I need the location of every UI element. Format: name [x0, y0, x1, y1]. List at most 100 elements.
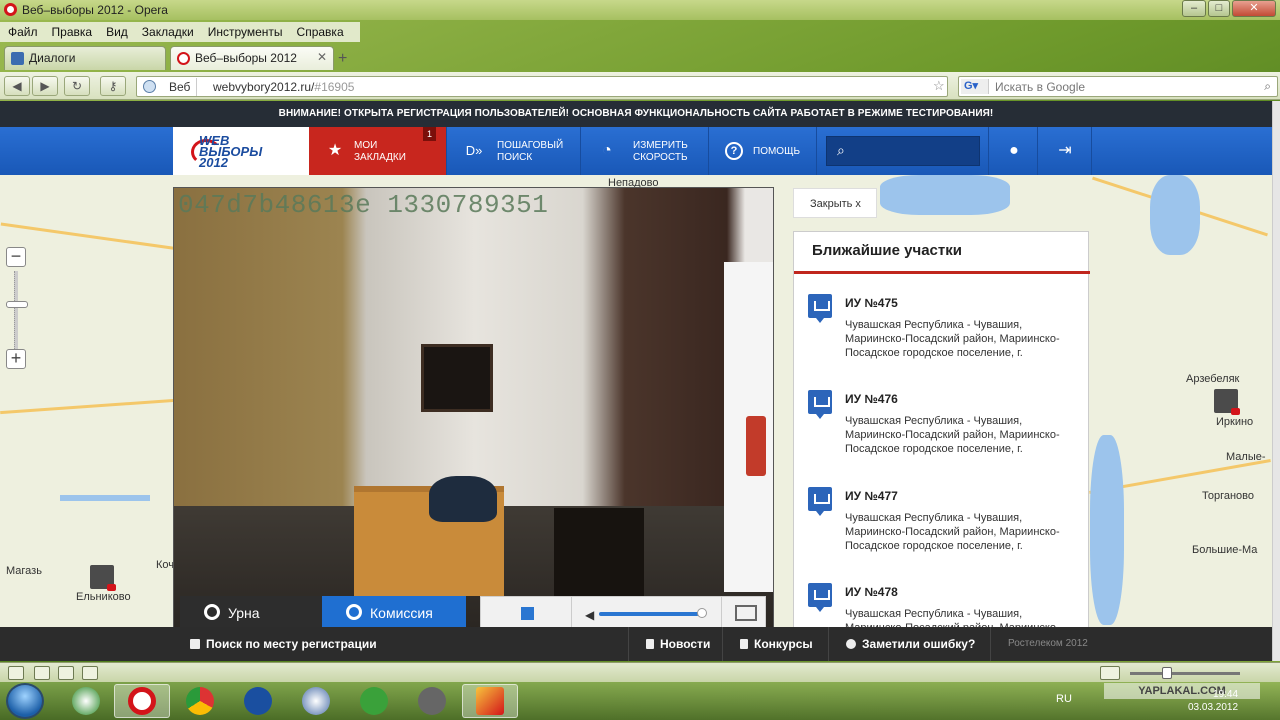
web-mode-label[interactable]: Веб	[163, 78, 198, 96]
speaker-icon[interactable]: ◀	[585, 608, 594, 622]
nav-my-bookmarks[interactable]: ★ МОИ ЗАКЛАДКИ 1	[309, 127, 447, 175]
map-water	[880, 175, 1010, 215]
sync-icon[interactable]	[34, 666, 50, 680]
taskbar-app-soccer[interactable]	[58, 684, 114, 718]
zoom-control: − +	[6, 247, 28, 371]
address-bar[interactable]: Веб webvybory2012.ru/#16905 ☆	[136, 76, 948, 97]
station-name[interactable]: ИУ №477	[845, 489, 898, 503]
station-name[interactable]: ИУ №478	[845, 585, 898, 599]
map-road	[0, 398, 175, 415]
speed-line2: СКОРОСТЬ	[633, 152, 688, 163]
video-chair	[554, 508, 644, 608]
panel-title: Ближайшие участки	[794, 232, 1090, 274]
stepsearch-label: ПОШАГОВЫЙ ПОИСК	[497, 140, 563, 164]
turbo-icon[interactable]	[82, 666, 98, 680]
volume-slider-handle[interactable]	[697, 608, 707, 618]
panel-toggle-icon[interactable]	[8, 666, 24, 680]
news-link[interactable]: Новости	[646, 627, 710, 661]
nav-step-search[interactable]: D» ПОШАГОВЫЙ ПОИСК	[447, 127, 581, 175]
url-host: webvybory2012.ru/	[213, 80, 315, 94]
taskbar-app-aimp[interactable]	[404, 684, 460, 718]
site-search-input[interactable]: ⌕	[826, 136, 980, 166]
view-icon[interactable]	[1100, 666, 1120, 680]
player-control-panel: ◀	[480, 596, 766, 628]
site-logo[interactable]: WEB ВЫБОРЫ 2012	[173, 127, 309, 175]
search-icon[interactable]: ⌕	[1264, 79, 1271, 94]
stepsearch-line2: ПОИСК	[497, 152, 533, 163]
profile-button[interactable]: ●	[988, 127, 1038, 175]
tab-webvybory[interactable]: Веб–выборы 2012 ✕	[170, 46, 334, 70]
opera-tab-icon	[177, 52, 190, 65]
taskbar-app-opera[interactable]	[114, 684, 170, 718]
bookmark-star-icon[interactable]: ☆	[933, 78, 945, 94]
menu-file[interactable]: Файл	[0, 22, 44, 39]
taskbar-app-vector[interactable]	[230, 684, 286, 718]
map-label: Торганово	[1202, 490, 1255, 502]
zoom-out-button[interactable]: −	[6, 247, 26, 267]
new-tab-button[interactable]: +	[338, 50, 347, 68]
close-panel-button[interactable]: Закрыть x	[793, 188, 877, 218]
station-item[interactable]: ИУ №475 Чувашская Республика - Чувашия, …	[808, 290, 1078, 382]
taskbar-app-paint[interactable]	[462, 684, 518, 718]
site-navbar: WEB ВЫБОРЫ 2012 ★ МОИ ЗАКЛАДКИ 1 D» ПОШАГОВ…	[0, 127, 1272, 175]
logout-button[interactable]: ⇥	[1038, 127, 1092, 175]
nav-measure-speed[interactable]: ◔ ИЗМЕРИТЬ СКОРОСТЬ	[581, 127, 709, 175]
unite-icon[interactable]	[58, 666, 74, 680]
zoom-slider-handle[interactable]	[6, 301, 28, 308]
minimize-button[interactable]: –	[1182, 0, 1206, 17]
menu-bookmarks[interactable]: Закладки	[134, 22, 200, 39]
contests-link[interactable]: Конкурсы	[740, 627, 813, 661]
station-name[interactable]: ИУ №475	[845, 296, 898, 310]
language-indicator[interactable]: RU	[1056, 693, 1072, 705]
taskbar-app-chrome[interactable]	[172, 684, 228, 718]
zoom-slider[interactable]	[1130, 672, 1240, 675]
station-name[interactable]: ИУ №476	[845, 392, 898, 406]
maximize-button[interactable]: □	[1208, 0, 1230, 17]
volume-slider[interactable]	[599, 612, 699, 616]
camera-icon	[346, 604, 362, 620]
zoom-slider-handle[interactable]	[1162, 667, 1172, 679]
notice-banner: ВНИМАНИЕ! ОТКРЫТА РЕГИСТРАЦИЯ ПОЛЬЗОВАТЕ…	[0, 101, 1272, 127]
taskbar-app-globe[interactable]	[288, 684, 344, 718]
menu-tools[interactable]: Инструменты	[200, 22, 289, 39]
station-item[interactable]: ИУ №476 Чувашская Республика - Чувашия, …	[808, 386, 1078, 478]
close-window-button[interactable]: ✕	[1232, 0, 1276, 17]
arrows-icon: D»	[465, 143, 483, 158]
page-scrollbar[interactable]	[1272, 101, 1280, 661]
triangle-app-icon	[418, 687, 446, 715]
start-button[interactable]	[6, 683, 44, 719]
zoom-track[interactable]	[14, 271, 18, 349]
station-item[interactable]: ИУ №477 Чувашская Республика - Чувашия, …	[808, 483, 1078, 575]
speed-label: ИЗМЕРИТЬ СКОРОСТЬ	[633, 140, 688, 164]
tab-dialogs[interactable]: Диалоги	[4, 46, 166, 70]
stop-icon[interactable]	[521, 607, 534, 620]
windows-taskbar	[0, 682, 1280, 720]
system-clock[interactable]: 19:44 03.03.2012	[1188, 688, 1238, 714]
reload-button[interactable]: ↻	[64, 76, 90, 96]
menu-view[interactable]: Вид	[98, 22, 134, 39]
polling-station-pin-icon[interactable]	[1214, 389, 1240, 415]
map-label: Магазь	[6, 565, 42, 577]
key-icon[interactable]: ⚷	[100, 76, 126, 96]
taskbar-app-utorrent[interactable]	[346, 684, 402, 718]
menu-edit[interactable]: Правка	[44, 22, 99, 39]
paint-icon	[476, 687, 504, 715]
map-label: Иркино	[1216, 416, 1254, 428]
camera-tab-commission[interactable]: Комиссия	[322, 596, 466, 628]
google-engine-icon[interactable]: G▾	[961, 79, 989, 94]
back-button[interactable]: ◀	[4, 76, 30, 96]
polling-station-pin-icon[interactable]	[90, 565, 116, 591]
globe-icon	[143, 80, 156, 93]
registration-search-link[interactable]: Поиск по месту регистрации	[190, 627, 377, 661]
zoom-in-button[interactable]: +	[6, 349, 26, 369]
close-tab-icon[interactable]: ✕	[317, 50, 327, 64]
menu-help[interactable]: Справка	[289, 22, 350, 39]
webcam-video-player[interactable]: 047d7b48613e 1330789351 Урна Комиссия ◀	[173, 187, 774, 629]
bookmarks-count-badge: 1	[423, 127, 436, 141]
report-error-link[interactable]: Заметили ошибку?	[846, 627, 975, 661]
fullscreen-icon[interactable]	[735, 605, 757, 621]
camera-tab-urn[interactable]: Урна	[180, 596, 322, 628]
nav-help[interactable]: ? ПОМОЩЬ	[709, 127, 817, 175]
forward-button[interactable]: ▶	[32, 76, 58, 96]
search-box[interactable]: G▾ Искать в Google ⌕	[958, 76, 1278, 97]
